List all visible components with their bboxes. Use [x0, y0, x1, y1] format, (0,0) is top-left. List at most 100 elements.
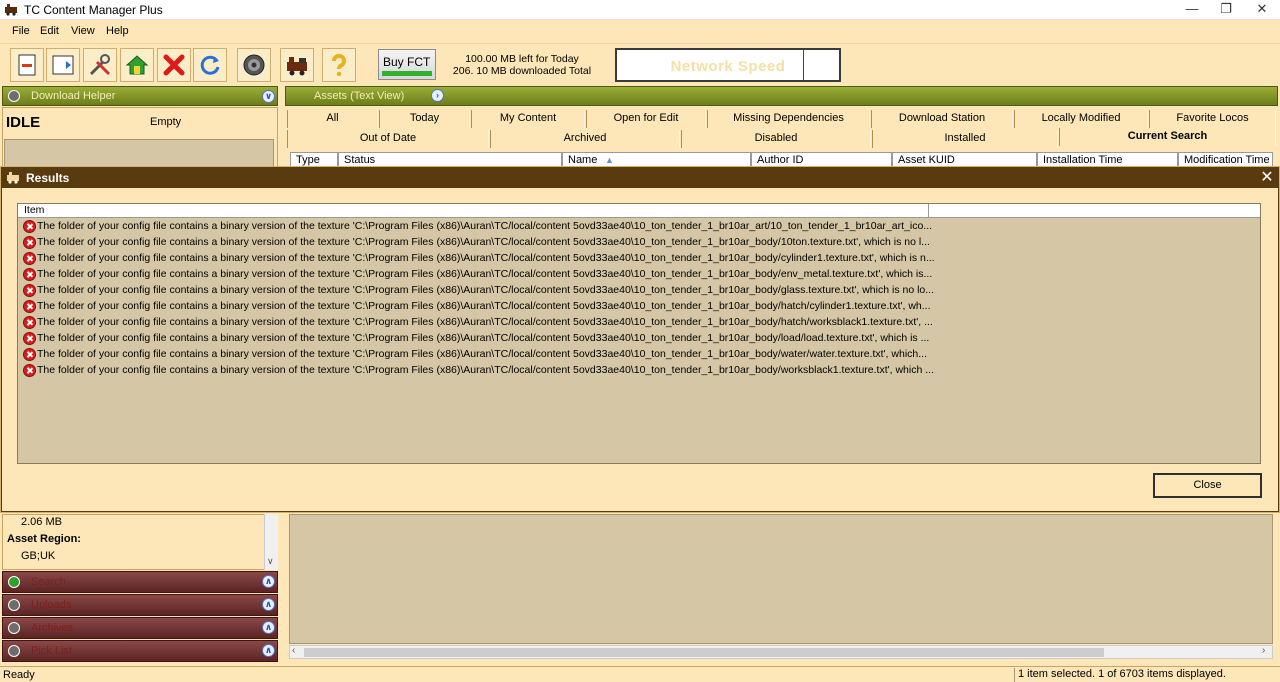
accordion-search[interactable]: Search ∧	[2, 571, 278, 593]
menu-file[interactable]: File	[12, 25, 30, 37]
chevron-up-icon[interactable]: ∧	[262, 575, 275, 588]
tab-all[interactable]: All	[287, 110, 378, 128]
asset-list-hscrollbar[interactable]: ‹ ›	[289, 645, 1273, 659]
results-dialog-titlebar[interactable]: Results ✕	[2, 168, 1278, 188]
column-modification-time[interactable]: Modification Time	[1178, 152, 1273, 168]
scroll-down-icon[interactable]: ∨	[267, 556, 274, 567]
result-row[interactable]: The folder of your config file contains …	[20, 219, 1250, 235]
results-dialog: Results ✕ Item The folder of your config…	[1, 167, 1279, 512]
title-bar: TC Content Manager Plus — ❐ ✕	[0, 0, 1280, 20]
asset-list[interactable]	[289, 514, 1273, 644]
result-row-text: The folder of your config file contains …	[37, 332, 930, 344]
chevron-down-icon[interactable]: ∨	[262, 90, 275, 103]
buy-fct-bar	[382, 71, 432, 76]
menu-view[interactable]: View	[71, 25, 95, 37]
menu-help[interactable]: Help	[106, 25, 129, 37]
column-status[interactable]: Status	[338, 152, 562, 168]
result-row[interactable]: The folder of your config file contains …	[20, 347, 1250, 363]
result-row[interactable]: The folder of your config file contains …	[20, 363, 1250, 379]
result-row[interactable]: The folder of your config file contains …	[20, 315, 1250, 331]
download-helper-header[interactable]: Download Helper ∨	[2, 86, 278, 106]
chevron-up-icon[interactable]: ∧	[262, 644, 275, 657]
quota-left-text: 100.00 MB left for Today	[465, 53, 579, 65]
delete-button[interactable]	[157, 48, 191, 82]
column-type[interactable]: Type	[290, 152, 338, 168]
archives-status-icon	[8, 622, 20, 634]
column-installation-time[interactable]: Installation Time	[1037, 152, 1178, 168]
column-name[interactable]: Name ▲	[562, 152, 751, 168]
chevron-right-icon[interactable]: ›	[431, 89, 444, 102]
error-icon	[23, 300, 36, 313]
result-row[interactable]: The folder of your config file contains …	[20, 331, 1250, 347]
status-bar: Ready 1 item selected. 1 of 6703 items d…	[0, 666, 1280, 682]
results-column-item[interactable]: Item	[18, 204, 929, 217]
tab-archived[interactable]: Archived	[490, 130, 680, 148]
results-list[interactable]: Item The folder of your config file cont…	[17, 203, 1261, 464]
tab-locally-modified[interactable]: Locally Modified	[1014, 110, 1148, 128]
help-button[interactable]	[322, 48, 356, 82]
train-button[interactable]	[280, 48, 314, 82]
result-row[interactable]: The folder of your config file contains …	[20, 235, 1250, 251]
buy-fct-button[interactable]: Buy FCT	[378, 49, 436, 80]
chevron-up-icon[interactable]: ∧	[262, 598, 275, 611]
accordion-pick-list[interactable]: Pick List ∧	[2, 640, 278, 662]
home-button[interactable]	[120, 48, 154, 82]
home-icon	[125, 55, 149, 75]
error-icon	[23, 268, 36, 281]
scroll-left-icon[interactable]: ‹	[292, 645, 295, 656]
tools-button[interactable]	[83, 48, 117, 82]
menu-edit[interactable]: Edit	[40, 25, 59, 37]
error-icon	[23, 220, 36, 233]
tab-disabled[interactable]: Disabled	[681, 130, 871, 148]
tab-open-for-edit[interactable]: Open for Edit	[586, 110, 706, 128]
tab-missing-dependencies[interactable]: Missing Dependencies	[707, 110, 870, 128]
help-icon	[331, 53, 346, 77]
quota-total-text: 206. 10 MB downloaded Total	[452, 65, 592, 77]
close-button[interactable]: Close	[1153, 473, 1262, 498]
minimize-icon[interactable]: —	[1176, 0, 1208, 20]
tab-installed[interactable]: Installed	[872, 130, 1058, 148]
train-app-icon	[7, 172, 19, 184]
result-row-text: The folder of your config file contains …	[37, 268, 933, 280]
tab-favorite-locos[interactable]: Favorite Locos	[1149, 110, 1276, 128]
close-icon[interactable]: ✕	[1256, 168, 1278, 188]
chevron-up-icon[interactable]: ∧	[262, 621, 275, 634]
tab-download-station[interactable]: Download Station	[871, 110, 1013, 128]
result-row[interactable]: The folder of your config file contains …	[20, 299, 1250, 315]
accordion-uploads[interactable]: Uploads ∧	[2, 594, 278, 616]
result-row-text: The folder of your config file contains …	[37, 316, 933, 328]
result-row[interactable]: The folder of your config file contains …	[20, 251, 1250, 267]
result-row[interactable]: The folder of your config file contains …	[20, 267, 1250, 283]
accordion-search-label: Search	[31, 576, 66, 588]
download-queue-box	[4, 139, 274, 169]
selection-summary: 1 item selected. 1 of 6703 items display…	[1014, 668, 1280, 682]
tab-my-content[interactable]: My Content	[471, 110, 585, 128]
tab-current-search[interactable]: Current Search	[1059, 128, 1276, 146]
tools-icon	[89, 54, 111, 76]
search-status-icon	[8, 576, 20, 588]
result-row-text: The folder of your config file contains …	[37, 220, 933, 232]
scroll-right-icon[interactable]: ›	[1262, 645, 1265, 656]
column-asset-kuid[interactable]: Asset KUID	[892, 152, 1037, 168]
close-window-icon[interactable]: ✕	[1246, 0, 1278, 20]
error-icon	[23, 284, 36, 297]
tab-today[interactable]: Today	[379, 110, 470, 128]
pick-list-status-icon	[8, 645, 20, 657]
assets-view-title: Assets (Text View)	[314, 90, 405, 102]
hscroll-thumb[interactable]	[304, 648, 1104, 657]
menu-bar: File Edit View Help	[0, 21, 1280, 42]
result-row-text: The folder of your config file contains …	[37, 300, 931, 312]
window-title: TC Content Manager Plus	[24, 3, 163, 17]
new-asset-button[interactable]	[10, 48, 44, 82]
result-row[interactable]: The folder of your config file contains …	[20, 283, 1250, 299]
import-button[interactable]	[46, 48, 80, 82]
tab-out-of-date[interactable]: Out of Date	[287, 130, 489, 148]
accordion-archives[interactable]: Archives ∧	[2, 617, 278, 639]
refresh-button[interactable]	[193, 48, 227, 82]
restore-icon[interactable]: ❐	[1210, 0, 1242, 20]
download-state: IDLE	[6, 114, 41, 131]
column-author-id[interactable]: Author ID	[751, 152, 892, 168]
settings-button[interactable]	[237, 48, 271, 82]
details-scrollbar[interactable]: ∨	[264, 514, 278, 570]
network-speed-divider	[803, 50, 804, 80]
